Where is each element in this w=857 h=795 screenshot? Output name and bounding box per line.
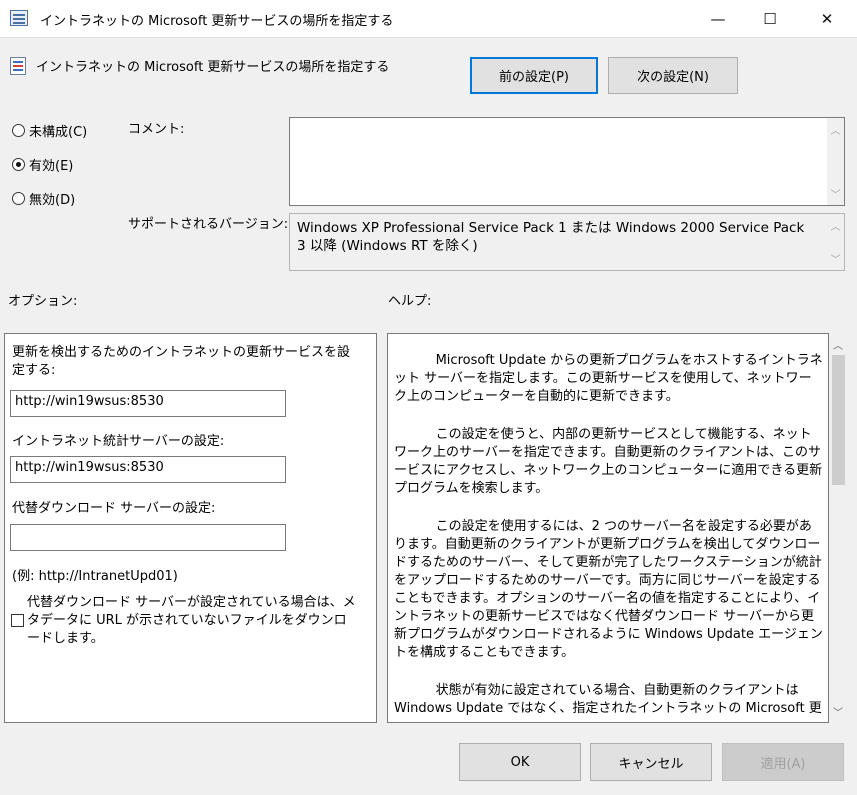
help-panel: Microsoft Update からの更新プログラムをホストするイントラネット… xyxy=(387,333,829,723)
apply-label: 適用(A) xyxy=(760,756,806,772)
alt-download-checkbox[interactable] xyxy=(11,614,24,627)
ok-label: OK xyxy=(510,754,530,770)
radio-disabled[interactable]: 無効(D) xyxy=(12,189,75,208)
options-label: オプション: xyxy=(8,294,78,309)
radio-enabled-indicator xyxy=(12,158,25,171)
options-panel: 更新を検出するためのイントラネットの更新サービスを設定する: http://wi… xyxy=(4,333,377,723)
example-text: (例: http://IntranetUpd01) xyxy=(12,569,178,584)
help-scroll-thumb[interactable] xyxy=(832,355,845,485)
window-title: イントラネットの Microsoft 更新サービスの場所を指定する xyxy=(40,14,394,29)
cancel-label: キャンセル xyxy=(618,756,684,772)
update-service-label: 更新を検出するためのイントラネットの更新サービスを設定する: xyxy=(12,345,351,378)
maximize-icon: ☐ xyxy=(763,10,777,28)
comment-textarea[interactable]: ︿ ﹀ xyxy=(289,117,845,206)
ok-button[interactable]: OK xyxy=(459,743,581,781)
close-button[interactable]: ✕ xyxy=(802,0,852,38)
help-paragraph: Microsoft Update からの更新プログラムをホストするイントラネット… xyxy=(394,353,823,404)
cancel-button[interactable]: キャンセル xyxy=(590,743,712,781)
comment-label: コメント: xyxy=(128,122,185,137)
prev-setting-button[interactable]: 前の設定(P) xyxy=(470,57,598,94)
help-text: Microsoft Update からの更新プログラムをホストするイントラネット… xyxy=(394,352,824,722)
alt-download-label: 代替ダウンロード サーバーの設定: xyxy=(12,501,216,516)
stats-server-input[interactable]: http://win19wsus:8530 xyxy=(10,456,286,483)
supported-label: サポートされるバージョン: xyxy=(128,217,289,232)
alt-download-checkbox-label: 代替ダウンロード サーバーが設定されている場合は、メタデータに URL が示され… xyxy=(27,595,356,646)
scroll-up-icon: ︿ xyxy=(830,222,841,233)
policy-window-icon xyxy=(10,10,28,26)
scroll-down-icon: ﹀ xyxy=(830,255,841,266)
next-setting-button[interactable]: 次の設定(N) xyxy=(608,57,738,94)
supported-versions-text: Windows XP Professional Service Pack 1 ま… xyxy=(297,220,805,254)
scroll-up-icon[interactable]: ︿ xyxy=(833,337,843,352)
scroll-down-icon[interactable]: ﹀ xyxy=(833,704,843,719)
alt-download-input[interactable] xyxy=(10,524,286,551)
radio-not-configured[interactable]: 未構成(C) xyxy=(12,121,87,140)
scroll-down-icon: ﹀ xyxy=(830,190,841,201)
radio-disabled-indicator xyxy=(12,192,25,205)
apply-button[interactable]: 適用(A) xyxy=(722,743,844,781)
title-bar: イントラネットの Microsoft 更新サービスの場所を指定する — ☐ ✕ xyxy=(0,0,857,38)
help-paragraph: この設定を使うと、内部の更新サービスとして機能する、ネットワーク上のサーバーを指… xyxy=(394,427,823,496)
stats-server-label: イントラネット統計サーバーの設定: xyxy=(12,434,225,449)
radio-enabled[interactable]: 有効(E) xyxy=(12,155,73,174)
comment-scrollbar[interactable]: ︿ ﹀ xyxy=(827,118,844,205)
help-scrollbar[interactable]: ︿ ﹀ xyxy=(830,333,847,723)
supported-versions-box: Windows XP Professional Service Pack 1 ま… xyxy=(289,213,845,271)
radio-not-configured-label: 未構成(C) xyxy=(29,125,88,140)
scroll-up-icon: ︿ xyxy=(830,126,841,137)
help-label: ヘルプ: xyxy=(388,294,432,309)
help-paragraph: この設定を使用するには、2 つのサーバー名を設定する必要があります。自動更新のク… xyxy=(394,519,823,660)
supported-scrollbar[interactable]: ︿ ﹀ xyxy=(827,214,844,270)
policy-title: イントラネットの Microsoft 更新サービスの場所を指定する xyxy=(36,60,390,75)
minimize-button[interactable]: — xyxy=(693,0,743,38)
next-setting-label: 次の設定(N) xyxy=(637,70,709,85)
prev-setting-label: 前の設定(P) xyxy=(499,70,569,85)
help-paragraph: 状態が有効に設定されている場合、自動更新のクライアントは Windows Upd… xyxy=(394,683,822,716)
close-icon: ✕ xyxy=(820,10,834,28)
radio-disabled-label: 無効(D) xyxy=(29,193,76,208)
maximize-button[interactable]: ☐ xyxy=(745,0,795,38)
policy-setting-icon xyxy=(10,57,26,75)
radio-enabled-label: 有効(E) xyxy=(29,159,74,174)
update-service-input[interactable]: http://win19wsus:8530 xyxy=(10,390,286,417)
minimize-icon: — xyxy=(710,10,726,28)
radio-not-configured-indicator xyxy=(12,124,25,137)
